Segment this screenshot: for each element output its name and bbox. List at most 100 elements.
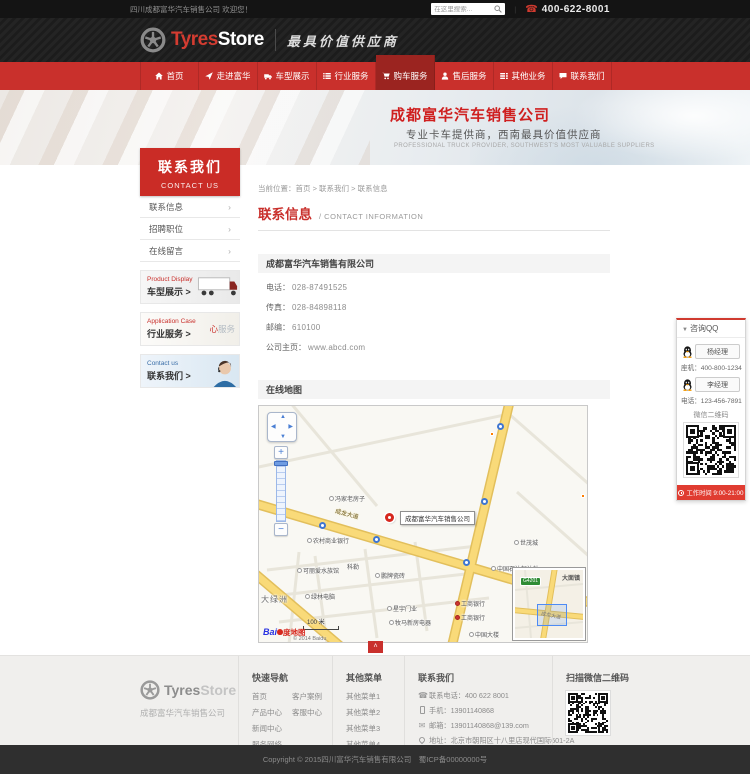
hero-banner: 成都富华汽车销售公司 专业卡车提供商，西南最具价值供应商 PROFESSIONA… <box>0 90 750 165</box>
pan-left-icon[interactable]: ◀ <box>271 423 276 430</box>
poi-icon <box>514 540 519 545</box>
map-poi: 可丽爱水族馆 <box>297 566 339 575</box>
divider: | <box>514 5 516 14</box>
transit-stop-icon <box>481 498 488 505</box>
site-header: TyresStore 最具价值供应商 <box>0 18 750 62</box>
zoom-slider-handle[interactable] <box>274 461 288 466</box>
footer-contact-mail: ✉邮箱：13901140868@139.com <box>418 721 552 731</box>
promo-product-display[interactable]: Product Display 车型展示 > <box>140 270 240 304</box>
back-to-top-button[interactable]: ˄ <box>368 641 383 653</box>
highway-badge: G4201 <box>520 577 541 586</box>
truck-icon <box>264 72 272 80</box>
phone-icon: ☎ <box>418 691 426 700</box>
footer-link[interactable]: 产品中心 <box>252 707 292 718</box>
nav-item-aftersale[interactable]: 售后服务 <box>435 62 494 90</box>
footer-logo: TyresStore 成都富华汽车销售公司 <box>140 656 238 745</box>
qq-panel-header[interactable]: ▼咨询QQ <box>677 320 745 338</box>
qq-contact-button[interactable]: 李经理 <box>695 377 740 392</box>
footer-link[interactable]: 客户案例 <box>292 691 336 702</box>
footer-contact-mobile: 手机：13901140868 <box>418 706 552 716</box>
promo-application-case[interactable]: Application Case 行业服务 > 心服务 <box>140 312 240 346</box>
banner-title: 成都富华汽车销售公司 <box>390 104 550 125</box>
home-icon <box>155 72 163 80</box>
nav-item-home[interactable]: 首页 <box>140 62 199 90</box>
poi-icon <box>305 594 310 599</box>
zoom-in-button[interactable]: + <box>274 446 288 459</box>
search-icon[interactable] <box>494 5 502 13</box>
sidebar-item-message[interactable]: 在线留言› <box>140 240 240 262</box>
qq-contact-button[interactable]: 杨经理 <box>695 344 740 359</box>
map-poi: 绿林电脑 <box>305 592 335 601</box>
zoom-out-button[interactable]: − <box>274 523 288 536</box>
footer-company-name: 成都富华汽车销售公司 <box>140 707 238 719</box>
truck-illustration-icon <box>192 275 238 299</box>
search-input[interactable] <box>434 6 494 13</box>
content-area: 联系我们 CONTACT US 联系信息› 招聘职位› 在线留言› Produc… <box>140 165 610 650</box>
pan-down-icon[interactable]: ▼ <box>280 434 286 440</box>
map-marker-icon[interactable] <box>385 513 394 522</box>
nav-item-about[interactable]: 走进富华 <box>199 62 258 90</box>
nav-item-other[interactable]: 其他业务 <box>494 62 553 90</box>
nav-item-contact[interactable]: 联系我们 <box>553 62 612 90</box>
footer-link[interactable]: 其他菜单1 <box>346 691 404 702</box>
footer-link[interactable]: 客服中心 <box>292 707 336 718</box>
sidebar-item-jobs[interactable]: 招聘职位› <box>140 218 240 240</box>
transit-stop-icon <box>463 559 470 566</box>
sidebar-item-contact-info[interactable]: 联系信息› <box>140 196 240 218</box>
plane-icon <box>205 72 213 80</box>
banner-subtitle: 专业卡车提供商，西南最具价值供应商 <box>406 127 602 142</box>
wechat-qr-label: 微信二维码 <box>681 410 741 420</box>
poi-icon <box>375 573 380 578</box>
qq-consult-panel: ▼咨询QQ 杨经理 座机：400-800-1234 李经理 电话：123-456… <box>676 318 746 501</box>
baidu-map[interactable]: 成龙大道 冯家老房子 农村商业银行 可丽爱水族馆 科勒 鹏牌瓷砖 世茂城 中国石… <box>258 405 588 643</box>
main-nav: 首页 走进富华 车型展示 行业服务 购车服务 售后服务 其他业务 联系我们 <box>0 62 750 90</box>
map-pan-control[interactable]: ▲ ▼ ◀ ▶ <box>267 412 297 442</box>
map-marker-label[interactable]: 成都富华汽车销售公司 <box>400 511 475 525</box>
qq-penguin-icon <box>682 346 693 358</box>
phone-icon: ☎ <box>525 4 537 15</box>
traffic-dot <box>581 494 585 498</box>
logo-text-tyres: Tyres <box>171 29 218 51</box>
map-attribution: © 2014 Baidu <box>293 636 326 642</box>
nav-item-industry[interactable]: 行业服务 <box>317 62 376 90</box>
info-zip: 邮编：610100 <box>266 322 610 333</box>
search-box[interactable] <box>431 3 505 15</box>
user-icon <box>441 72 449 80</box>
page-title-row: 联系信息/ CONTACT INFORMATION <box>258 203 610 231</box>
nav-item-purchase[interactable]: 购车服务 <box>376 55 435 90</box>
logo-divider <box>275 29 276 51</box>
site-logo[interactable]: TyresStore 最具价值供应商 <box>140 27 399 53</box>
footer-link[interactable]: 其他菜单2 <box>346 707 404 718</box>
sidebar-title: 联系我们 <box>140 157 240 177</box>
map-poi-bank: 工商银行 <box>455 613 485 622</box>
wechat-qr-code <box>684 423 738 477</box>
nav-item-models[interactable]: 车型展示 <box>258 62 317 90</box>
footer-col-other: 其他菜单 其他菜单1 其他菜单2 其他菜单3 其他菜单4 <box>332 656 404 745</box>
hotline-number: 400-622-8001 <box>542 4 610 15</box>
qq-penguin-icon <box>682 379 693 391</box>
brand-slogan: 最具价值供应商 <box>287 31 399 50</box>
footer-link[interactable]: 首页 <box>252 691 292 702</box>
footer-link[interactable]: 新闻中心 <box>252 723 292 734</box>
chevron-right-icon: › <box>228 218 231 239</box>
pan-up-icon[interactable]: ▲ <box>280 414 286 420</box>
footer-link[interactable]: 其他菜单3 <box>346 723 404 734</box>
footer-wechat-qr-code <box>566 691 610 735</box>
pan-right-icon[interactable]: ▶ <box>288 423 293 430</box>
map-poi: 科勒 <box>347 562 359 571</box>
poi-icon <box>307 538 312 543</box>
page-title: 联系信息 <box>258 207 312 222</box>
map-scale-bar <box>303 626 339 630</box>
poi-icon <box>387 606 392 611</box>
top-bar: 四川成都富华汽车销售公司 欢迎您！ | ☎ 400-622-8001 <box>0 0 750 18</box>
company-name-bar: 成都富华汽车销售有限公司 <box>258 254 610 273</box>
chevron-right-icon: › <box>228 240 231 261</box>
promo-contact-us[interactable]: Contact us 联系我们 > <box>140 354 240 388</box>
zoom-slider-track[interactable] <box>276 460 286 522</box>
clock-icon <box>678 490 684 496</box>
breadcrumb[interactable]: 当前位置：首页 > 联系我们 > 联系信息 <box>258 183 610 194</box>
welcome-text: 四川成都富华汽车销售公司 欢迎您！ <box>130 4 252 15</box>
map-overview-inset[interactable]: G4201 大面镇 成龙大道 <box>513 568 585 640</box>
tyre-wheel-icon <box>140 27 166 53</box>
qq-contact-line: 座机：400-800-1234 <box>681 362 741 372</box>
